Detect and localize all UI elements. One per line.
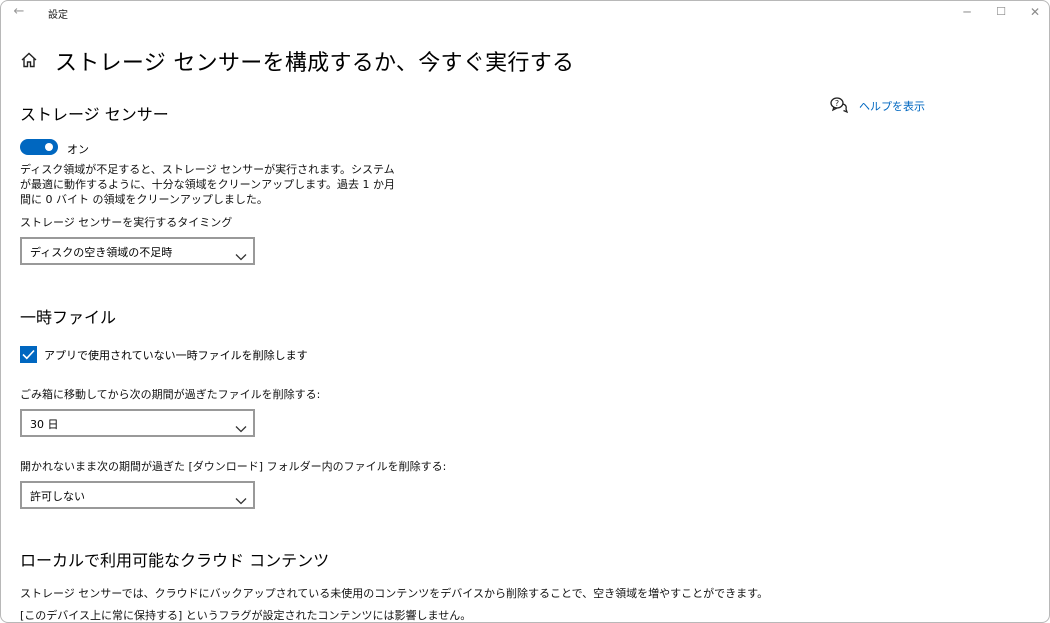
maximize-button[interactable]: ☐ (984, 3, 1018, 21)
cloud-description-line1: ストレージ センサーでは、クラウドにバックアップされている未使用のコンテンツをデ… (20, 587, 769, 600)
toggle-knob (45, 143, 53, 151)
storage-sense-description: ディスク領域が不足すると、ストレージ センサーが実行されます。システムが最適に動… (20, 163, 396, 206)
help-chat-icon: ? (830, 96, 849, 114)
close-button[interactable]: ✕ (1018, 3, 1049, 21)
downloads-select[interactable]: 許可しない (20, 481, 255, 509)
storage-sense-heading: ストレージ センサー (20, 105, 169, 124)
checkmark-icon (22, 349, 35, 360)
toggle-state-label: オン (67, 143, 89, 156)
chevron-down-icon (235, 490, 247, 505)
timing-select-value: ディスクの空き領域の不足時 (30, 246, 173, 259)
delete-temp-files-checkbox[interactable] (20, 346, 37, 363)
timing-select[interactable]: ディスクの空き領域の不足時 (20, 237, 255, 265)
settings-window: ← 設定 ─ ☐ ✕ ストレージ センサーを構成するか、今すぐ実行する ? ヘル… (0, 0, 1050, 623)
downloads-select-value: 許可しない (30, 490, 85, 503)
temp-files-heading: 一時ファイル (20, 308, 117, 327)
delete-temp-files-label: アプリで使用されていない一時ファイルを削除します (44, 349, 308, 362)
chevron-down-icon (235, 246, 247, 261)
svg-text:?: ? (835, 99, 839, 108)
recycle-bin-select-value: 30 日 (30, 418, 59, 431)
back-button[interactable]: ← (9, 3, 29, 21)
downloads-label: 開かれないまま次の期間が過ぎた [ダウンロード] フォルダー内のファイルを削除す… (20, 460, 447, 473)
home-icon[interactable] (20, 51, 38, 69)
chevron-down-icon (235, 418, 247, 433)
help-link[interactable]: ヘルプを表示 (859, 98, 925, 114)
storage-sense-toggle[interactable] (20, 139, 58, 155)
cloud-description-line2: [このデバイス上に常に保持する] というフラグが設定されたコンテンツには影響しま… (20, 609, 472, 622)
minimize-button[interactable]: ─ (950, 3, 984, 21)
recycle-bin-label: ごみ箱に移動してから次の期間が過ぎたファイルを削除する: (20, 388, 321, 401)
timing-label: ストレージ センサーを実行するタイミング (20, 216, 233, 229)
app-title: 設定 (48, 10, 68, 21)
recycle-bin-select[interactable]: 30 日 (20, 409, 255, 437)
page-title: ストレージ センサーを構成するか、今すぐ実行する (55, 51, 575, 76)
title-bar: ← 設定 ─ ☐ ✕ (1, 1, 1049, 25)
cloud-content-heading: ローカルで利用可能なクラウド コンテンツ (20, 551, 330, 570)
